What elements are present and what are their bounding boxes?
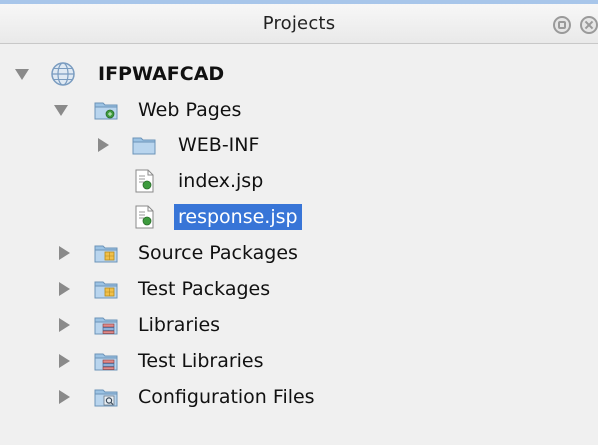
tree-node-source-packages[interactable]: Source Packages (0, 235, 598, 271)
collapse-arrow-icon[interactable] (59, 390, 70, 404)
configuration-files-label: Configuration Files (138, 386, 315, 408)
library-folder-icon (94, 317, 118, 335)
test-packages-label: Test Packages (138, 278, 271, 300)
tree-node-test-libraries[interactable]: Test Libraries (0, 343, 598, 379)
tree-node-web-pages[interactable]: Web Pages (0, 92, 598, 128)
tree-node-configuration-files[interactable]: Configuration Files (0, 379, 598, 415)
panel-titlebar: Projects (0, 4, 598, 44)
expand-arrow-icon[interactable] (15, 69, 29, 80)
tree-node-web-inf[interactable]: WEB-INF (0, 127, 598, 163)
web-inf-label: WEB-INF (178, 134, 260, 156)
close-window-icon[interactable] (580, 16, 598, 34)
tree-node-test-packages[interactable]: Test Packages (0, 271, 598, 307)
library-folder-icon (94, 353, 118, 371)
jsp-file-icon (135, 205, 154, 229)
collapse-arrow-icon[interactable] (98, 138, 109, 152)
test-libraries-label: Test Libraries (138, 350, 264, 372)
projects-window: Projects IFPWAFCAD Web Pages WEB-INF ind… (0, 0, 598, 445)
collapse-arrow-icon[interactable] (59, 318, 70, 332)
libraries-label: Libraries (138, 314, 221, 336)
package-folder-icon (94, 245, 118, 263)
web-folder-icon (94, 102, 118, 120)
tree-node-index-jsp[interactable]: index.jsp (0, 163, 598, 199)
tree-node-response-jsp[interactable]: response.jsp (0, 199, 598, 235)
panel-title: Projects (262, 13, 336, 34)
globe-icon (51, 62, 75, 86)
collapse-arrow-icon[interactable] (59, 282, 70, 296)
web-pages-label: Web Pages (138, 99, 242, 121)
response-jsp-label: response.jsp (174, 204, 302, 230)
tree-node-libraries[interactable]: Libraries (0, 307, 598, 343)
project-tree: IFPWAFCAD Web Pages WEB-INF index.jsp re… (0, 44, 598, 445)
index-jsp-label: index.jsp (178, 170, 264, 192)
source-packages-label: Source Packages (138, 242, 298, 264)
package-folder-icon (94, 281, 118, 299)
jsp-file-icon (135, 169, 154, 193)
folder-icon (132, 137, 156, 155)
expand-arrow-icon[interactable] (54, 105, 68, 116)
config-folder-icon (94, 389, 118, 407)
collapse-arrow-icon[interactable] (59, 354, 70, 368)
minimize-window-icon[interactable] (553, 16, 571, 34)
tree-node-project[interactable]: IFPWAFCAD (0, 56, 598, 92)
collapse-arrow-icon[interactable] (59, 246, 70, 260)
project-label: IFPWAFCAD (98, 63, 225, 85)
